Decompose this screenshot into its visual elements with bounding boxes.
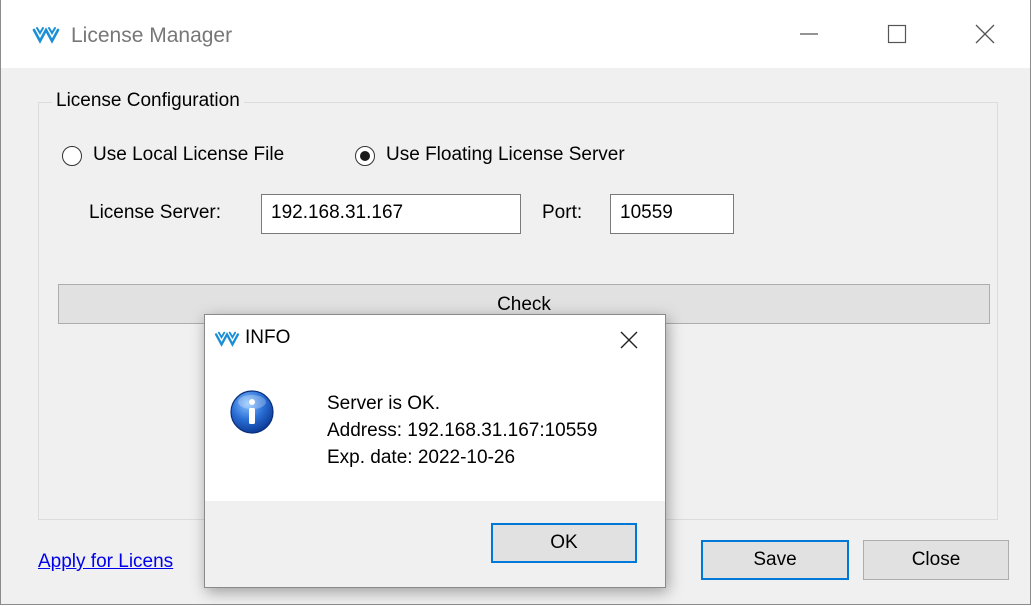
- info-dialog: INFO Server is OK. Address: 192.168.31.1…: [204, 314, 666, 588]
- license-server-input[interactable]: 192.168.31.167: [261, 194, 521, 234]
- gowin-logo-icon: [32, 27, 60, 44]
- dialog-title-bar: INFO: [205, 315, 665, 365]
- window-title: License Manager: [71, 24, 233, 47]
- dialog-message-area: Server is OK. Address: 192.168.31.167:10…: [205, 365, 665, 501]
- maximize-icon: [887, 24, 907, 44]
- close-icon: [620, 331, 638, 349]
- close-button[interactable]: Close: [863, 540, 1009, 580]
- save-button[interactable]: Save: [701, 540, 849, 580]
- port-label: Port:: [542, 202, 583, 223]
- group-label: License Configuration: [52, 90, 244, 112]
- dialog-message-address: Address: 192.168.31.167:10559: [327, 420, 598, 441]
- close-icon: [975, 24, 995, 44]
- title-bar: License Manager: [1, 0, 1030, 68]
- apply-for-license-link[interactable]: Apply for Licens: [38, 551, 173, 573]
- radio-selected-dot: [360, 151, 370, 161]
- minimize-icon: [800, 33, 818, 35]
- radio-floating-license-server[interactable]: [355, 146, 375, 166]
- maximize-button[interactable]: [875, 16, 919, 52]
- dialog-message-expiry: Exp. date: 2022-10-26: [327, 447, 516, 468]
- dialog-message-status: Server is OK.: [327, 393, 440, 414]
- port-input[interactable]: 10559: [610, 194, 734, 234]
- radio-local-label[interactable]: Use Local License File: [93, 144, 284, 166]
- radio-floating-label[interactable]: Use Floating License Server: [386, 144, 625, 166]
- window-close-button[interactable]: [963, 16, 1007, 52]
- license-server-label: License Server:: [89, 202, 222, 223]
- info-icon: [230, 390, 274, 434]
- radio-local-license-file[interactable]: [62, 146, 82, 166]
- minimize-button[interactable]: [787, 16, 831, 52]
- ok-button[interactable]: OK: [491, 523, 637, 563]
- dialog-title: INFO: [245, 327, 291, 348]
- dialog-close-button[interactable]: [607, 323, 651, 357]
- gowin-logo-icon: [214, 331, 240, 347]
